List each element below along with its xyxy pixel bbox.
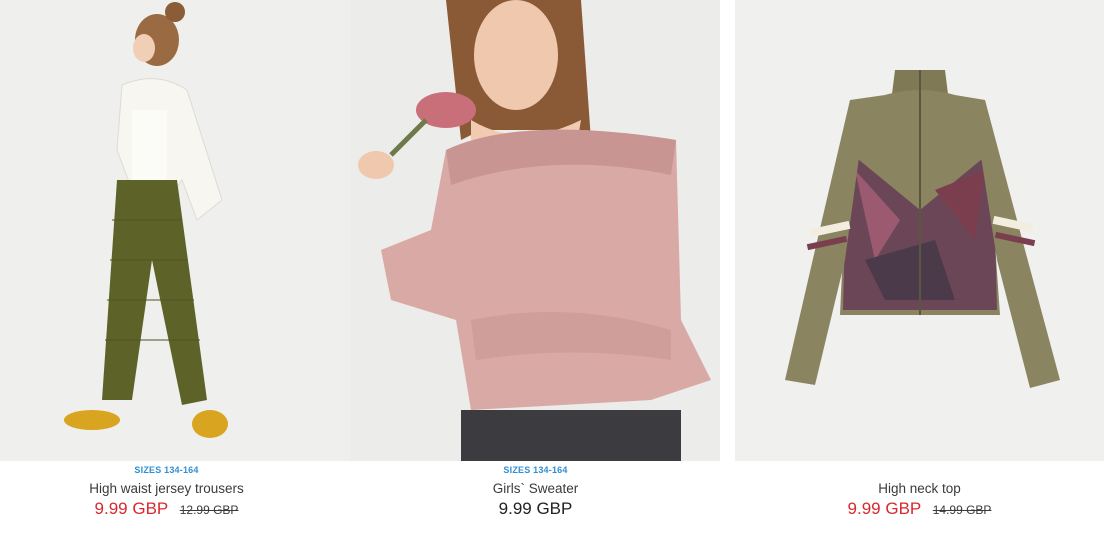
product-photo-jacket — [735, 0, 1104, 461]
sizes-label: SIZES 134-164 — [503, 465, 568, 475]
original-price: 12.99 GBP — [179, 503, 239, 517]
product-image[interactable] — [351, 0, 720, 461]
sizes-label: SIZES 134-164 — [134, 465, 199, 475]
product-image[interactable] — [0, 0, 351, 461]
price-row: 9.99 GBP — [351, 499, 720, 519]
product-info: SIZES 134-164 High waist jersey trousers… — [0, 461, 351, 519]
sale-price: 9.99 GBP — [94, 499, 169, 518]
product-card[interactable]: SIZES 134-164 High waist jersey trousers… — [0, 0, 351, 519]
price-row: 9.99 GBP 14.99 GBP — [735, 499, 1104, 519]
product-card[interactable]: High neck top 9.99 GBP 14.99 GBP — [735, 0, 1104, 519]
original-price: 14.99 GBP — [932, 503, 992, 517]
product-image[interactable] — [735, 0, 1104, 461]
product-photo-trousers — [0, 0, 351, 461]
sale-price: 9.99 GBP — [847, 499, 922, 518]
product-name[interactable]: High neck top — [735, 481, 1104, 496]
product-info: High neck top 9.99 GBP 14.99 GBP — [735, 461, 1104, 519]
product-card[interactable]: SIZES 134-164 Girls` Sweater 9.99 GBP — [351, 0, 720, 519]
product-info: SIZES 134-164 Girls` Sweater 9.99 GBP — [351, 461, 720, 519]
product-name[interactable]: Girls` Sweater — [351, 481, 720, 496]
product-grid: SIZES 134-164 High waist jersey trousers… — [0, 0, 1104, 543]
product-name[interactable]: High waist jersey trousers — [0, 481, 351, 496]
sizes-label — [735, 465, 1104, 479]
regular-price: 9.99 GBP — [498, 499, 573, 518]
product-photo-sweater — [351, 0, 720, 461]
price-row: 9.99 GBP 12.99 GBP — [0, 499, 351, 519]
